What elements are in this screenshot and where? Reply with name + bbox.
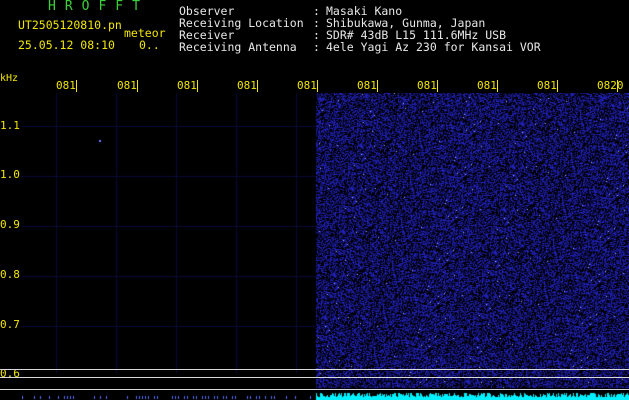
time-tick-mark <box>497 80 498 92</box>
time-tick-mark <box>76 80 77 92</box>
time-tick-label: 081 <box>56 79 76 92</box>
frequency-tick-label: 0.7 <box>0 318 20 331</box>
frequency-tick-label: 0.8 <box>0 268 20 281</box>
meteor-count: 0.. <box>139 38 160 52</box>
time-tick-mark <box>377 80 378 92</box>
time-tick-mark <box>257 80 258 92</box>
time-tick-label: 081 <box>177 79 197 92</box>
frequency-tick-label: 1.1 <box>0 119 20 132</box>
time-tick-mark <box>317 80 318 92</box>
frequency-tick-label: 1.0 <box>0 168 20 181</box>
antenna-value: 4ele Yagi Az 230 for Kansai VOR <box>326 40 541 54</box>
time-tick-label: 081 <box>357 79 377 92</box>
time-tick-label: 081 <box>537 79 557 92</box>
time-tick-label: 081 <box>117 79 137 92</box>
time-tick-mark <box>137 80 138 92</box>
antenna-colon: : <box>313 40 320 54</box>
antenna-label: Receiving Antenna <box>179 40 297 54</box>
app-title: HROFFT <box>48 0 149 14</box>
band-line-upper <box>0 369 629 370</box>
frequency-tick-label: 0.9 <box>0 218 20 231</box>
time-tick-mark <box>437 80 438 92</box>
spectrogram-canvas <box>22 93 629 400</box>
time-tick-mark <box>617 80 618 92</box>
date-time: 25.05.12 08:10 <box>18 38 115 52</box>
time-tick-label: 081 <box>477 79 497 92</box>
time-tick-mark <box>557 80 558 92</box>
file-name: UT2505120810.pn <box>18 18 122 32</box>
spectrogram-plot <box>22 93 629 400</box>
time-tick-label: 081 <box>417 79 437 92</box>
y-axis-unit: kHz <box>0 73 19 84</box>
time-tick-mark <box>197 80 198 92</box>
band-line-middle <box>0 377 629 378</box>
band-line-lower <box>0 389 629 390</box>
time-tick-label: 0820 <box>597 79 624 92</box>
time-tick-label: 081 <box>237 79 257 92</box>
time-tick-label: 081 <box>297 79 317 92</box>
